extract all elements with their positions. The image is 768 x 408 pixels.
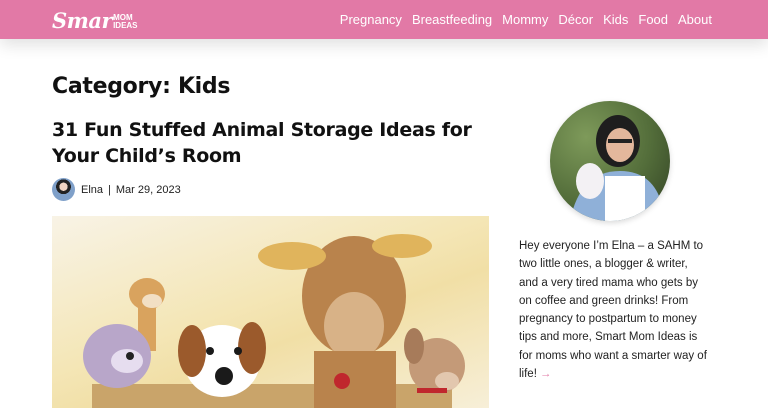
logo-small-bottom: IDEAS xyxy=(113,21,138,30)
stuffed-animals-illustration xyxy=(83,234,465,408)
author-avatar xyxy=(52,178,75,201)
basket xyxy=(92,384,452,408)
post-title-link[interactable]: 31 Fun Stuffed Animal Storage Ideas for … xyxy=(52,117,502,169)
dog-ear-right xyxy=(238,322,266,374)
author-portrait xyxy=(570,115,665,221)
author-bio: Hey everyone I’m Elna – a SAHM to two li… xyxy=(519,237,709,383)
dog-eye-right xyxy=(234,347,242,355)
moose-body xyxy=(314,351,396,408)
site-header: Smar MOM IDEAS Pregnancy Breastfeeding M… xyxy=(0,0,768,39)
nav-item-pregnancy[interactable]: Pregnancy xyxy=(340,12,402,27)
moose-antler-right xyxy=(372,234,432,258)
moose-antler-left xyxy=(258,242,326,270)
purple-bear-snout xyxy=(111,349,143,373)
nav-item-about[interactable]: About xyxy=(678,12,712,27)
baby xyxy=(576,163,604,199)
logo-small-text: MOM IDEAS xyxy=(113,14,137,30)
nav-item-food[interactable]: Food xyxy=(638,12,668,27)
shirt xyxy=(605,176,645,221)
brown-bear-snout xyxy=(435,372,459,390)
post-author[interactable]: Elna xyxy=(81,184,103,196)
moose-heart xyxy=(334,373,350,389)
dog-ear-left xyxy=(178,325,206,377)
brown-bear-ear xyxy=(404,328,424,364)
post-date: Mar 29, 2023 xyxy=(115,183,181,196)
post-featured-image[interactable] xyxy=(52,216,489,408)
dog-nose xyxy=(215,367,233,385)
nav-item-decor[interactable]: Décor xyxy=(558,12,593,27)
author-bio-text: Hey everyone I’m Elna – a SAHM to two li… xyxy=(519,240,707,381)
meta-separator: | xyxy=(108,183,111,196)
main-nav: Pregnancy Breastfeeding Mommy Décor Kids… xyxy=(330,0,712,39)
read-more-arrow-icon[interactable]: → xyxy=(540,368,552,380)
nav-item-kids[interactable]: Kids xyxy=(603,12,628,27)
moose-snout xyxy=(324,292,384,360)
post-meta: Elna | Mar 29, 2023 xyxy=(52,178,181,201)
archive-heading: Category: Kids xyxy=(52,74,231,99)
dog-eye-left xyxy=(206,347,214,355)
brown-bear-bow xyxy=(417,388,447,393)
logo-script-text: Smar xyxy=(52,8,113,33)
giraffe-snout xyxy=(142,294,162,308)
site-logo[interactable]: Smar MOM IDEAS xyxy=(52,5,138,33)
nav-item-breastfeeding[interactable]: Breastfeeding xyxy=(412,12,492,27)
face xyxy=(606,128,634,162)
nav-item-mommy[interactable]: Mommy xyxy=(502,12,548,27)
author-photo xyxy=(550,101,670,221)
purple-bear-nose xyxy=(126,352,134,360)
glasses xyxy=(608,139,632,143)
